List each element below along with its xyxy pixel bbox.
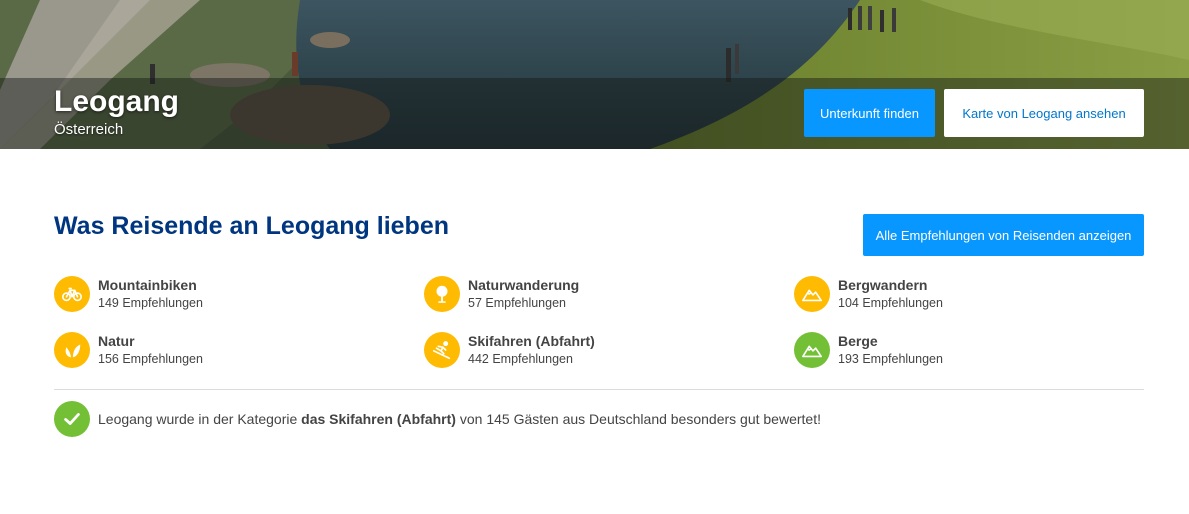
- activity-label: Bergwandern: [838, 277, 928, 293]
- destination-country: Österreich: [54, 121, 124, 138]
- activity-item: Mountainbiken 149 Empfehlungen: [54, 274, 394, 314]
- activity-count: 156 Empfehlungen: [98, 352, 203, 366]
- activity-count: 149 Empfehlungen: [98, 296, 203, 310]
- activity-count: 57 Empfehlungen: [468, 296, 566, 310]
- mountain-icon: [794, 276, 830, 312]
- note-suffix: von 145 Gästen aus Deutschland besonders…: [455, 411, 821, 427]
- leaf-icon: [54, 332, 90, 368]
- activity-label: Skifahren (Abfahrt): [468, 333, 595, 349]
- hero-banner: Leogang Österreich Unterkunft finden Kar…: [0, 0, 1189, 149]
- activity-item: Skifahren (Abfahrt) 442 Empfehlungen: [424, 330, 764, 370]
- activity-item: Natur 156 Empfehlungen: [54, 330, 394, 370]
- mountain-icon: [794, 332, 830, 368]
- note-prefix: Leogang wurde in der Kategorie: [98, 411, 302, 427]
- section-title: Was Reisende an Leogang lieben: [54, 212, 449, 240]
- all-recommendations-button[interactable]: Alle Empfehlungen von Reisenden anzeigen: [863, 214, 1144, 256]
- activity-count: 193 Empfehlungen: [838, 352, 943, 366]
- checkmark-icon: [54, 401, 90, 437]
- activity-item: Berge 193 Empfehlungen: [794, 330, 1134, 370]
- rating-note-text: Leogang wurde in der Kategorie das Skifa…: [98, 410, 821, 428]
- bicycle-icon: [54, 276, 90, 312]
- activity-item: Bergwandern 104 Empfehlungen: [794, 274, 1134, 314]
- skiing-icon: [424, 332, 460, 368]
- activity-label: Naturwanderung: [468, 277, 580, 293]
- note-highlight: das Skifahren (Abfahrt): [301, 411, 456, 427]
- destination-title: Leogang: [54, 85, 179, 118]
- activity-label: Natur: [98, 333, 135, 349]
- activity-item: Naturwanderung 57 Empfehlungen: [424, 274, 764, 314]
- tree-icon: [424, 276, 460, 312]
- find-accommodation-button[interactable]: Unterkunft finden: [804, 89, 935, 137]
- view-map-button[interactable]: Karte von Leogang ansehen: [944, 89, 1144, 137]
- activity-count: 442 Empfehlungen: [468, 352, 573, 366]
- activity-label: Mountainbiken: [98, 277, 197, 293]
- rating-note: Leogang wurde in der Kategorie das Skifa…: [54, 401, 1144, 437]
- activity-label: Berge: [838, 333, 878, 349]
- divider: [54, 389, 1144, 390]
- activity-count: 104 Empfehlungen: [838, 296, 943, 310]
